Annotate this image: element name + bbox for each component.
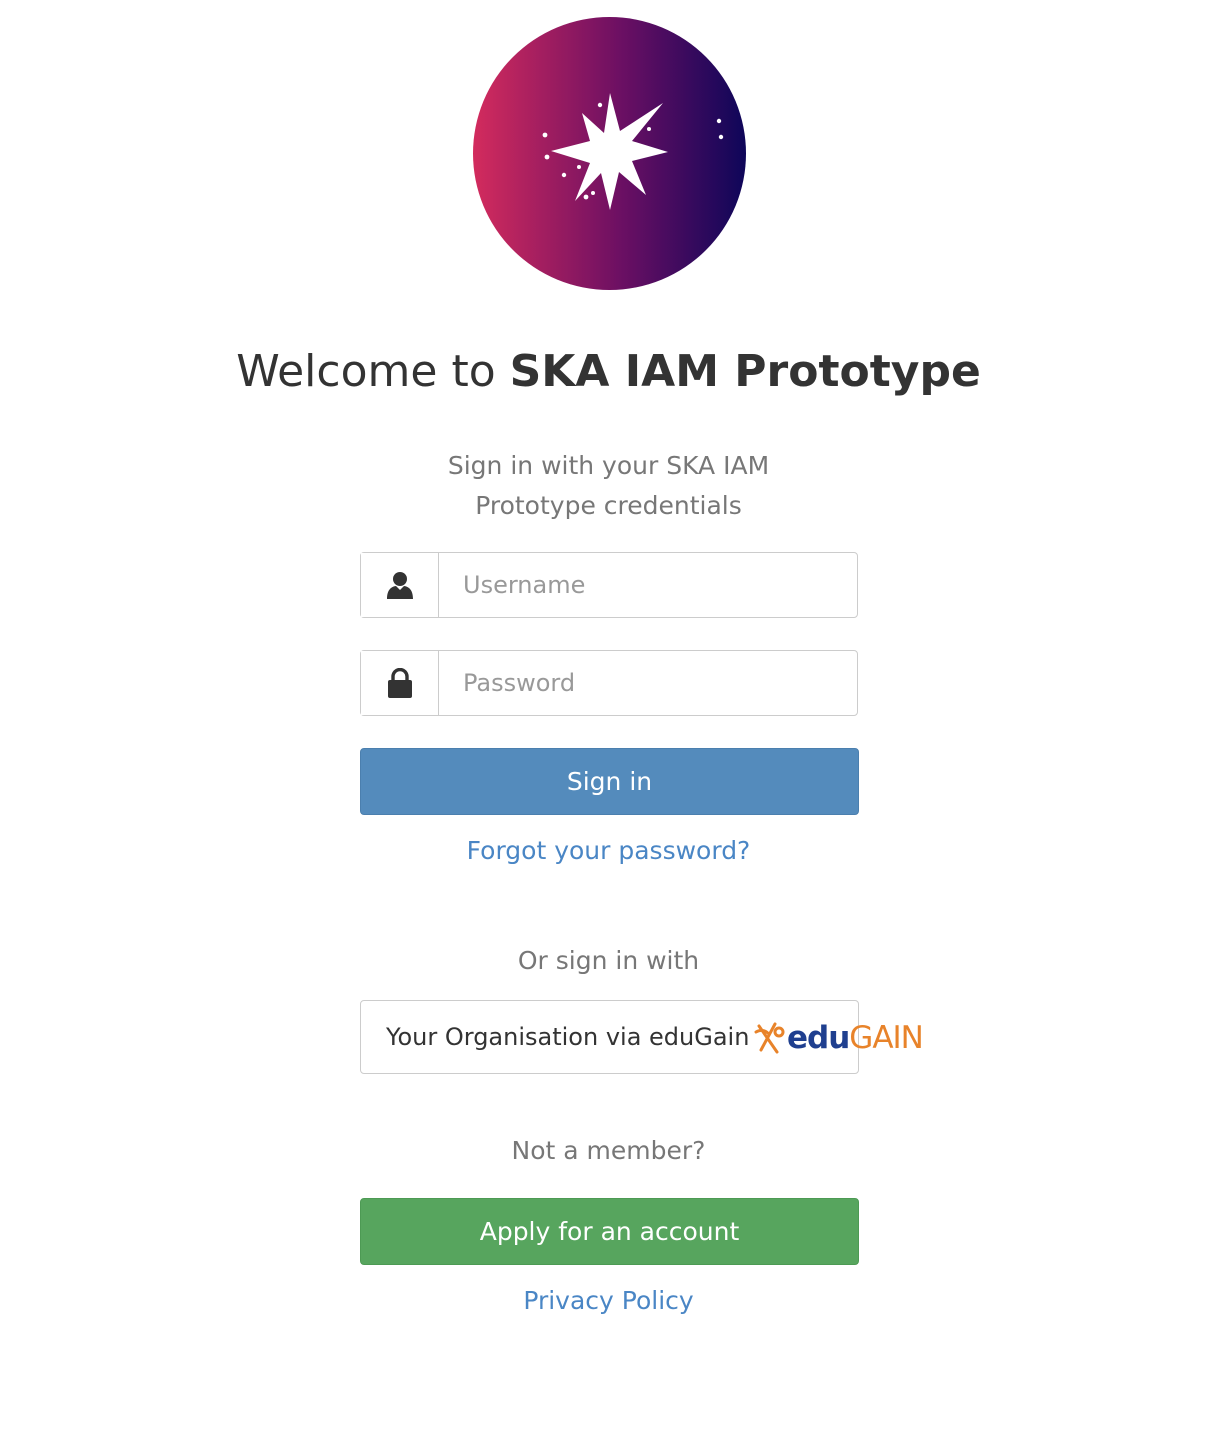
privacy-policy-link[interactable]: Privacy Policy [523,1286,693,1315]
password-input[interactable] [439,651,857,715]
apply-account-button[interactable]: Apply for an account [360,1198,859,1265]
password-group [360,650,858,716]
welcome-prefix: Welcome to [236,346,510,397]
edugain-button-label: Your Organisation via eduGain [386,1023,750,1051]
forgot-password-link-row: Forgot your password? [0,834,1217,868]
password-addon [361,651,439,715]
page-title: Welcome to SKA IAM Prototype [0,340,1217,404]
or-sign-in-label: Or sign in with [517,946,700,975]
privacy-policy-link-row: Privacy Policy [0,1284,1217,1318]
username-addon [361,553,439,617]
ska-logo [473,17,746,290]
not-member-label: Not a member? [511,1136,706,1165]
edugain-logo-icon [754,1022,785,1054]
edugain-logo-edu: edu [787,1020,850,1056]
signin-instructions: Sign in with your SKA IAM Prototype cred… [447,451,770,520]
edugain-logo: edu GAIN [753,1016,924,1060]
user-icon [386,572,413,599]
lock-icon [387,668,412,698]
org-name: SKA IAM Prototype [509,346,981,397]
username-group [360,552,858,618]
username-input[interactable] [439,553,857,617]
forgot-password-link[interactable]: Forgot your password? [467,836,751,865]
edugain-sign-in-button[interactable]: Your Organisation via eduGain edu GAIN [360,1000,924,1074]
sign-in-button[interactable]: Sign in [360,748,859,815]
edugain-logo-gain: GAIN [849,1020,924,1056]
ska-star-logo-icon [473,17,746,290]
